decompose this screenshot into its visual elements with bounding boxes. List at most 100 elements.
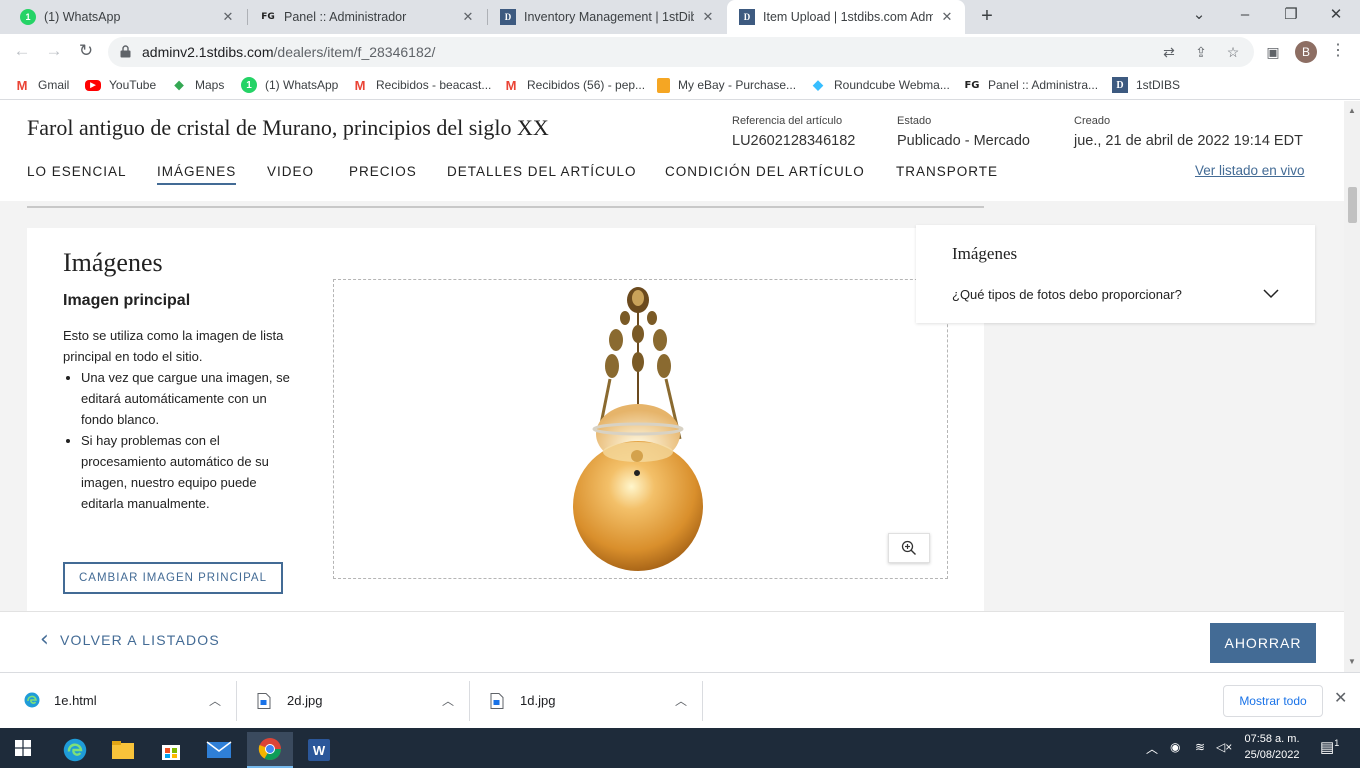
edge-taskbar-icon[interactable] — [52, 732, 98, 768]
notifications-icon[interactable]: ▤1 — [1320, 738, 1339, 756]
share-icon[interactable]: ⇪ — [1191, 42, 1211, 62]
main-image-container[interactable] — [333, 279, 948, 579]
close-icon[interactable]: ✕ — [700, 9, 716, 25]
chevron-up-icon[interactable]: ︿ — [675, 692, 687, 709]
envelope-icon — [206, 741, 232, 758]
download-filename: 1e.html — [54, 693, 97, 708]
close-icon[interactable]: ✕ — [460, 9, 476, 25]
bookmark-roundcube[interactable]: ◆ Roundcube Webma... — [810, 76, 950, 94]
tab-precios[interactable]: PRECIOS — [349, 164, 417, 179]
tab-whatsapp[interactable]: 1 (1) WhatsApp ✕ — [8, 0, 246, 34]
tab-title: Inventory Management | 1stDibs. — [524, 10, 694, 24]
bookmark-whatsapp[interactable]: 1 (1) WhatsApp — [241, 76, 338, 94]
bookmark-1stdibs[interactable]: D 1stDIBS — [1112, 76, 1180, 94]
view-live-listing-link[interactable]: Ver listado en vivo — [1195, 163, 1305, 178]
tab-transporte[interactable]: TRANSPORTE — [896, 164, 998, 179]
translate-icon[interactable]: ⇄ — [1159, 42, 1179, 62]
restore-icon[interactable]: ❐ — [1279, 4, 1303, 28]
tray-expand-icon[interactable]: ︿ — [1146, 740, 1158, 757]
show-all-downloads-button[interactable]: Mostrar todo — [1223, 685, 1323, 717]
help-heading: Imágenes — [952, 244, 1018, 263]
minimize-icon[interactable]: – — [1233, 4, 1257, 28]
faq-photo-types[interactable]: ¿Qué tipos de fotos debo proporcionar? — [952, 287, 1182, 302]
scroll-up-arrow-icon[interactable]: ▲ — [1347, 106, 1357, 116]
tab-item-upload[interactable]: D Item Upload | 1stdibs.com Admin ✕ — [727, 0, 965, 34]
gmail-icon: M — [16, 77, 28, 93]
bookmark-label: Recibidos (56) - pep... — [527, 78, 646, 92]
tab-panel-administrador[interactable]: FG Panel :: Administrador ✕ — [248, 0, 486, 34]
tab-title: Panel :: Administrador — [284, 10, 407, 24]
back-to-listings-link[interactable]: ‹ VOLVER A LISTADOS — [40, 629, 220, 651]
zoom-in-icon — [901, 540, 916, 555]
back-arrow-icon[interactable]: ← — [10, 40, 34, 64]
download-item[interactable]: 1e.html ︿ — [4, 681, 237, 721]
bookmark-label: (1) WhatsApp — [265, 78, 339, 92]
bookmark-maps[interactable]: ⬥ Maps — [171, 76, 224, 94]
tab-imagenes[interactable]: IMÁGENES — [157, 164, 237, 185]
close-icon[interactable]: ✕ — [939, 9, 955, 25]
tab-video[interactable]: VIDEO — [267, 164, 314, 179]
section-heading: Imágenes — [63, 248, 163, 277]
divider — [27, 206, 984, 208]
sticky-footer: ‹ VOLVER A LISTADOS AHORRAR — [0, 611, 1344, 672]
image-file-icon — [490, 693, 504, 709]
chevron-up-icon[interactable]: ︿ — [209, 692, 221, 709]
bookmark-label: Gmail — [38, 78, 70, 92]
windows-start-icon[interactable] — [0, 730, 46, 766]
bookmark-label: 1stDIBS — [1136, 78, 1181, 92]
meet-now-icon[interactable]: ◉ — [1170, 740, 1180, 754]
bookmark-star-icon[interactable]: ☆ — [1223, 42, 1243, 62]
url-path: /dealers/item/f_28346182/ — [273, 44, 436, 60]
tab-inventory-management[interactable]: D Inventory Management | 1stDibs. ✕ — [488, 0, 726, 34]
scroll-down-arrow-icon[interactable]: ▼ — [1347, 657, 1357, 667]
whatsapp-icon: 1 — [20, 9, 36, 25]
wifi-icon[interactable]: ≋ — [1195, 740, 1205, 754]
created-label: Creado — [1074, 115, 1111, 127]
bookmark-youtube[interactable]: ▶ YouTube — [85, 76, 156, 94]
mail-icon[interactable] — [196, 732, 242, 768]
download-item[interactable]: 2d.jpg ︿ — [237, 681, 470, 721]
whatsapp-icon: 1 — [241, 77, 257, 93]
tab-lo-esencial[interactable]: LO ESENCIAL — [27, 164, 127, 179]
fg-logo-icon: FG — [261, 12, 275, 22]
change-main-image-button[interactable]: CAMBIAR IMAGEN PRINCIPAL — [63, 562, 283, 594]
save-button[interactable]: AHORRAR — [1210, 623, 1316, 663]
tab-condicion-del-articulo[interactable]: CONDICIÓN DEL ARTÍCULO — [665, 164, 865, 179]
close-icon[interactable]: ✕ — [1334, 691, 1347, 707]
svg-text:W: W — [313, 743, 326, 758]
close-icon[interactable]: ✕ — [220, 9, 236, 25]
description-list: Una vez que cargue una imagen, se editar… — [63, 367, 295, 514]
bookmark-my-ebay[interactable]: My eBay - Purchase... — [657, 76, 796, 94]
bookmark-recibidos-pep[interactable]: M Recibidos (56) - pep... — [503, 76, 645, 94]
store-icon[interactable] — [148, 732, 194, 768]
bookmark-recibidos-beacast[interactable]: M Recibidos - beacast... — [352, 76, 492, 94]
chevron-up-icon[interactable]: ︿ — [442, 692, 454, 709]
tab-search-chevron-icon[interactable]: ⌄ — [1187, 4, 1211, 28]
new-tab-plus-icon[interactable]: + — [977, 6, 997, 27]
speaker-muted-icon[interactable]: ◁× — [1216, 740, 1232, 754]
maps-icon: ⬥ — [174, 77, 184, 92]
word-taskbar-icon[interactable]: W — [296, 732, 342, 768]
windows-logo-icon — [15, 740, 31, 756]
url-host: adminv2.1stdibs.com — [142, 44, 274, 60]
page-scrollbar[interactable]: ▲ ▼ — [1344, 101, 1360, 672]
chevron-down-icon[interactable] — [1262, 285, 1280, 303]
bookmark-label: Panel :: Administra... — [988, 78, 1099, 92]
reload-icon[interactable]: ↻ — [74, 40, 98, 64]
side-panel-icon[interactable]: ▣ — [1263, 42, 1283, 62]
kebab-menu-icon[interactable]: ⋮ — [1330, 40, 1346, 64]
profile-avatar[interactable]: B — [1295, 41, 1317, 63]
tab-detalles-del-articulo[interactable]: DETALLES DEL ARTÍCULO — [447, 164, 637, 179]
chrome-taskbar-icon[interactable] — [247, 732, 293, 768]
close-window-icon[interactable]: ✕ — [1324, 4, 1348, 28]
bookmark-gmail[interactable]: M Gmail — [14, 76, 70, 94]
address-bar[interactable]: adminv2.1stdibs.com/dealers/item/f_28346… — [108, 37, 1254, 67]
url-text: adminv2.1stdibs.com/dealers/item/f_28346… — [142, 44, 435, 60]
bookmark-panel-administrador[interactable]: FG Panel :: Administra... — [964, 76, 1098, 94]
scrollbar-thumb[interactable] — [1348, 187, 1357, 223]
file-explorer-icon[interactable] — [100, 732, 146, 768]
zoom-button[interactable] — [888, 533, 930, 563]
download-item[interactable]: 1d.jpg ︿ — [470, 681, 703, 721]
clock[interactable]: 07:58 a. m. 25/08/2022 — [1240, 731, 1304, 763]
forward-arrow-icon[interactable]: → — [42, 40, 66, 64]
